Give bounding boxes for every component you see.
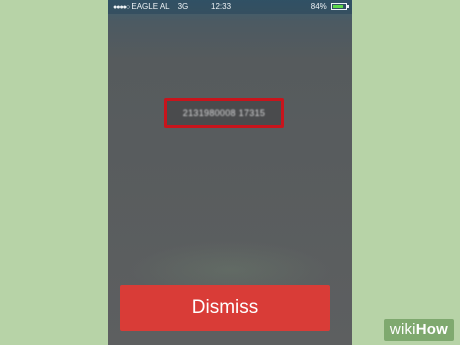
carrier-name: EAGLE AL [131,2,170,11]
network-type: 3G [177,2,189,11]
dismiss-button[interactable]: Dismiss [120,285,330,331]
status-right: 84% [310,0,349,14]
caller-number-highlight: 2131980008 17315 [164,98,284,128]
wikihow-watermark: wikiHow [383,319,454,341]
battery-icon [331,3,349,10]
battery-percent: 84% [310,2,327,11]
phone-screen: ●●●●○ EAGLE AL 3G 12:33 84% 2131980008 1… [108,0,352,345]
watermark-how: How [415,321,448,338]
status-time: 12:33 [211,2,232,11]
watermark-wiki: wiki [389,321,416,338]
signal-dots-icon: ●●●●○ [113,4,130,11]
caller-number: 2131980008 17315 [182,108,266,118]
status-left: ●●●●○ EAGLE AL 3G [113,0,188,15]
status-bar: ●●●●○ EAGLE AL 3G 12:33 84% [108,0,352,14]
battery-nub [347,5,349,8]
battery-fill [333,5,343,8]
